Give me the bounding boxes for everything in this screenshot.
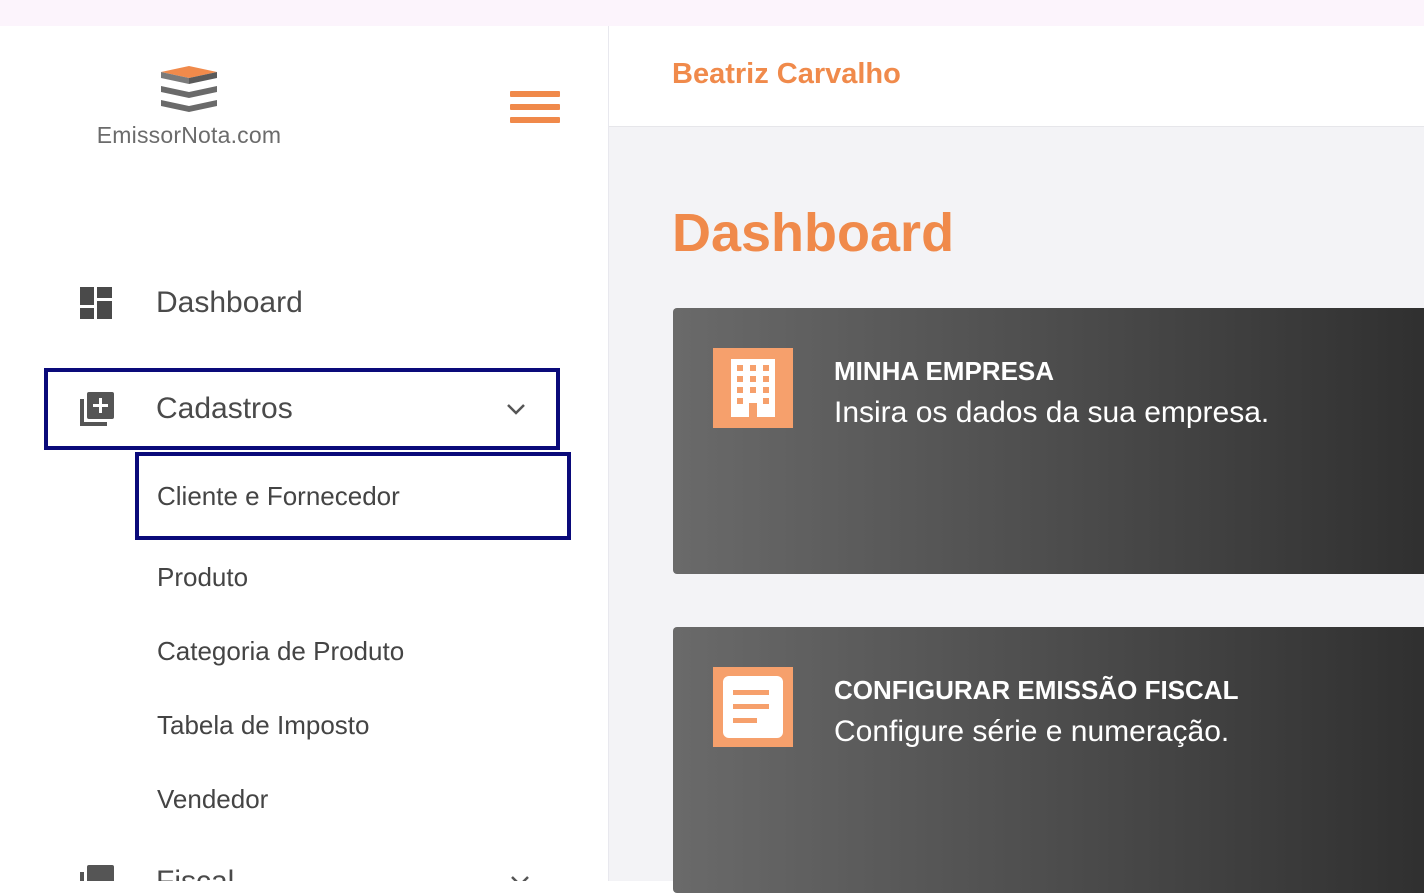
logo-icon (161, 66, 217, 112)
sidebar-item-label: Cadastros (156, 392, 293, 425)
sidebar-item-fiscal[interactable]: Fiscal (44, 844, 560, 881)
brand-logo[interactable]: EmissorNota.com (84, 64, 294, 149)
card-description: Configure série e numeração. (834, 715, 1230, 748)
document-icon (713, 667, 793, 747)
sidebar-subitem-produto[interactable]: Produto (157, 562, 248, 593)
chevron-down-icon (506, 402, 526, 420)
fiscal-icon (80, 865, 120, 881)
top-header: Beatriz Carvalho (609, 26, 1424, 127)
sidebar: EmissorNota.com Dashboard Cadastros Clie… (0, 26, 609, 881)
sidebar-item-cadastros[interactable]: Cadastros (44, 368, 560, 450)
sidebar-subitem-vendedor[interactable]: Vendedor (157, 784, 268, 815)
sidebar-subitem-categoria-produto[interactable]: Categoria de Produto (157, 636, 404, 667)
logo-text: EmissorNota.com (96, 122, 282, 148)
card-minha-empresa[interactable]: MINHA EMPRESA Insira os dados da sua emp… (673, 308, 1424, 574)
main-content: Beatriz Carvalho Dashboard MINHA EMPRESA… (609, 26, 1424, 893)
card-description: Insira os dados da sua empresa. (834, 396, 1270, 429)
page-title: Dashboard (672, 203, 955, 263)
top-strip (0, 0, 1424, 26)
card-title: CONFIGURAR EMISSÃO FISCAL (834, 675, 1239, 705)
card-configurar-emissao-fiscal[interactable]: CONFIGURAR EMISSÃO FISCAL Configure séri… (673, 627, 1424, 893)
sidebar-item-label: Dashboard (156, 286, 303, 319)
hamburger-icon (510, 91, 560, 97)
add-library-icon (80, 392, 120, 426)
sidebar-subitem-tabela-imposto[interactable]: Tabela de Imposto (157, 710, 369, 741)
sidebar-subitem-cliente-fornecedor[interactable]: Cliente e Fornecedor (135, 452, 571, 540)
sidebar-item-label: Fiscal (156, 865, 234, 881)
sidebar-subitem-label: Cliente e Fornecedor (157, 480, 400, 511)
chevron-down-icon (510, 874, 530, 881)
building-icon (713, 348, 793, 428)
card-title: MINHA EMPRESA (834, 356, 1055, 386)
user-name[interactable]: Beatriz Carvalho (672, 58, 901, 91)
dashboard-icon (80, 287, 120, 319)
sidebar-item-dashboard[interactable]: Dashboard (44, 265, 560, 341)
menu-toggle-button[interactable] (510, 91, 560, 131)
